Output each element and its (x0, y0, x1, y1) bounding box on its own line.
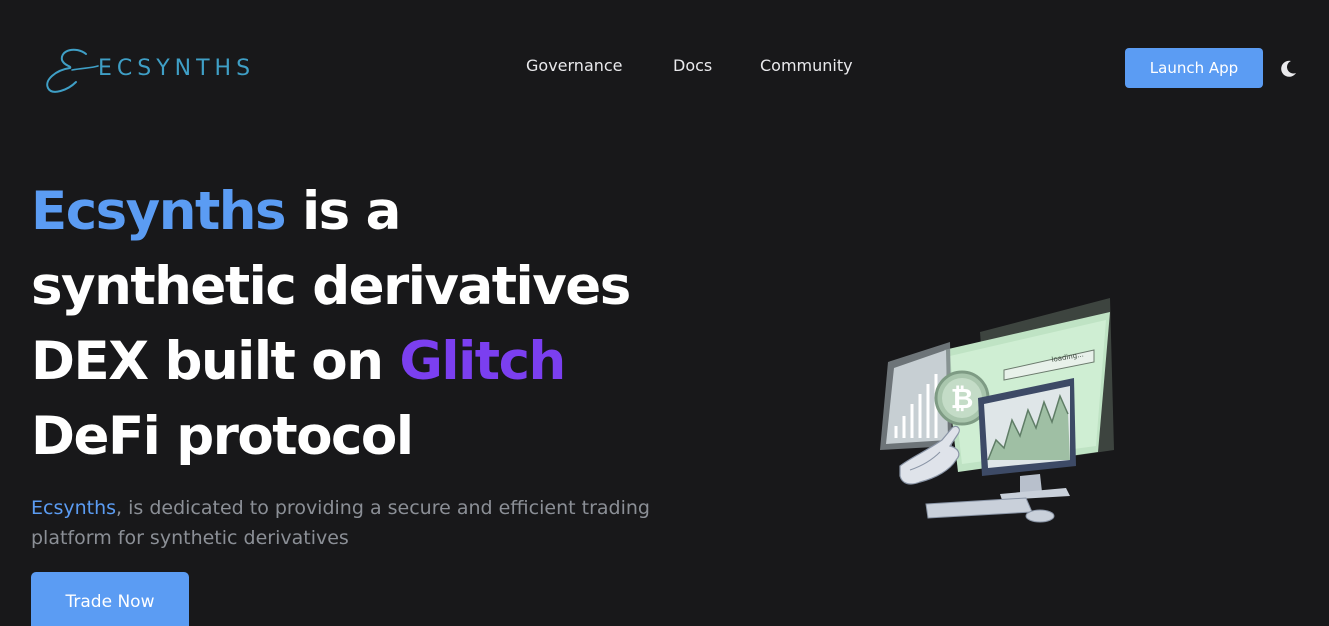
moon-icon[interactable] (1277, 58, 1299, 80)
headline-part1: is a (285, 181, 401, 242)
trade-now-button[interactable]: Trade Now (31, 572, 189, 626)
launch-app-button[interactable]: Launch App (1125, 48, 1263, 88)
description-text: , is dedicated to providing a secure and… (31, 497, 650, 549)
landing-page: ECSYNTHS Governance Docs Community Launc… (0, 0, 1329, 626)
headline-line-3: DEX built on Glitch (31, 324, 691, 399)
headline-line-1: Ecsynths is a (31, 174, 691, 249)
description-brand: Ecsynths (31, 497, 117, 519)
svg-text:₿: ₿ (951, 382, 974, 415)
nav-link-governance[interactable]: Governance (526, 56, 623, 75)
headline-line-4: DeFi protocol (31, 406, 414, 467)
trading-illustration: loading... ₿ (880, 298, 1114, 523)
hero-description: Ecsynths, is dedicated to providing a se… (31, 493, 671, 553)
headline-line-2: synthetic derivatives (31, 256, 631, 317)
headline-brand: Ecsynths (31, 181, 287, 242)
headline-line3-prefix: DEX built on (31, 331, 400, 392)
headline-glitch: Glitch (399, 331, 566, 392)
nav-link-docs[interactable]: Docs (673, 56, 712, 75)
nav-link-community[interactable]: Community (760, 56, 853, 75)
hero-headline: Ecsynths is a synthetic derivatives DEX … (31, 174, 691, 474)
